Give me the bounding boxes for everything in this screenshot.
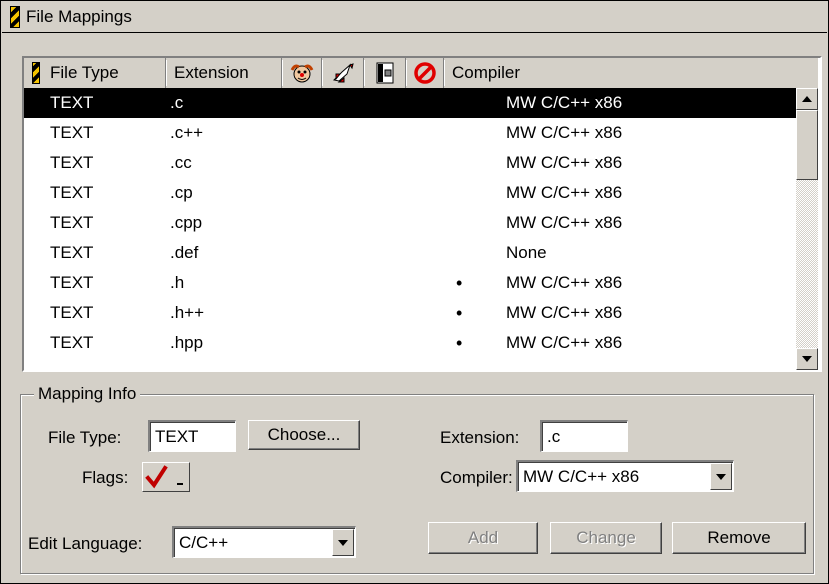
cell-extension: .def	[170, 243, 199, 262]
cell-compiler: None	[506, 243, 547, 262]
edit-language-select[interactable]: C/C++	[172, 526, 356, 558]
panel-title: File Mappings	[26, 7, 132, 26]
table-row[interactable]: TEXT .c MW C/C++ x86	[24, 88, 796, 118]
scroll-down-button[interactable]	[796, 348, 818, 370]
file-type-input[interactable]: TEXT	[148, 420, 236, 452]
file-mappings-list[interactable]: File Type Extension Compiler TEXT .c MW …	[22, 56, 822, 372]
cell-file-type: TEXT	[50, 273, 94, 292]
compiler-dropdown-arrow[interactable]	[710, 463, 732, 490]
file-type-label: File Type:	[48, 428, 122, 447]
cell-compiler: MW C/C++ x86	[506, 333, 623, 352]
cell-file-type: TEXT	[50, 123, 94, 142]
no-entry-icon	[413, 62, 436, 84]
table-row[interactable]: TEXT .cp MW C/C++ x86	[24, 178, 796, 208]
cell-compiler: MW C/C++ x86	[506, 213, 623, 232]
cell-file-type: TEXT	[50, 183, 94, 202]
cell-compiler: MW C/C++ x86	[506, 93, 623, 112]
scrollbar-thumb[interactable]	[796, 110, 818, 180]
column-header-flag-3[interactable]	[364, 58, 407, 88]
extension-label: Extension:	[440, 428, 520, 447]
clown-face-icon	[290, 64, 313, 83]
table-row[interactable]: TEXT .hpp • MW C/C++ x86	[24, 328, 796, 358]
cell-flag-marker: •	[456, 302, 463, 323]
arrow-down-icon	[802, 356, 812, 362]
cell-file-type: TEXT	[50, 303, 94, 322]
column-header-flag-1[interactable]	[282, 58, 323, 88]
scroll-up-button[interactable]	[796, 88, 818, 110]
cell-extension: .c	[170, 93, 184, 112]
cell-file-type: TEXT	[50, 153, 94, 172]
table-row[interactable]: TEXT .cc MW C/C++ x86	[24, 148, 796, 178]
red-checkmark-icon	[145, 465, 183, 489]
table-row[interactable]: TEXT .c++ MW C/C++ x86	[24, 118, 796, 148]
rocket-icon	[332, 63, 354, 83]
cell-file-type: TEXT	[50, 93, 94, 112]
cell-extension: .cpp	[170, 213, 203, 232]
extension-input[interactable]: .c	[540, 420, 628, 452]
compiler-select[interactable]: MW C/C++ x86	[516, 460, 734, 492]
change-button[interactable]: Change	[550, 522, 662, 554]
flags-dropdown-button[interactable]	[142, 462, 190, 492]
cell-extension: .h++	[170, 303, 205, 322]
cell-compiler: MW C/C++ x86	[506, 153, 623, 172]
table-row[interactable]: TEXT .def None	[24, 238, 796, 268]
column-header-extension[interactable]: Extension	[166, 58, 283, 88]
add-button[interactable]: Add	[428, 522, 538, 554]
cell-extension: .cc	[170, 153, 192, 172]
edit-language-label: Edit Language:	[28, 534, 143, 553]
arrow-up-icon	[802, 96, 812, 102]
chevron-down-icon	[338, 539, 348, 546]
column-header-compiler[interactable]: Compiler	[444, 58, 820, 88]
table-row[interactable]: TEXT .h • MW C/C++ x86	[24, 268, 796, 298]
column-header-flag-4[interactable]	[406, 58, 445, 88]
table-row[interactable]: TEXT .cpp MW C/C++ x86	[24, 208, 796, 238]
resource-file-icon	[376, 62, 393, 84]
mapping-info-legend: Mapping Info	[34, 384, 141, 404]
cell-compiler: MW C/C++ x86	[506, 303, 623, 322]
list-header: File Type Extension Compiler	[24, 58, 820, 88]
cell-flag-marker: •	[456, 332, 463, 353]
vertical-scrollbar[interactable]	[796, 88, 818, 370]
cell-extension: .h	[170, 273, 185, 292]
cell-file-type: TEXT	[50, 333, 94, 352]
remove-button[interactable]: Remove	[672, 522, 806, 554]
cell-file-type: TEXT	[50, 213, 94, 232]
compiler-label: Compiler:	[440, 468, 513, 487]
choose-button[interactable]: Choose...	[248, 420, 360, 450]
flags-label: Flags:	[82, 468, 129, 487]
cell-file-type: TEXT	[50, 243, 94, 262]
cell-extension: .cp	[170, 183, 193, 202]
table-row[interactable]: TEXT .h++ • MW C/C++ x86	[24, 298, 796, 328]
cell-compiler: MW C/C++ x86	[506, 183, 623, 202]
cell-extension: .hpp	[170, 333, 204, 352]
edit-language-dropdown-arrow[interactable]	[332, 529, 354, 556]
cell-compiler: MW C/C++ x86	[506, 123, 623, 142]
column-header-file-type[interactable]: File Type	[24, 58, 167, 88]
hazard-stripe-icon	[10, 6, 20, 28]
cell-compiler: MW C/C++ x86	[506, 273, 623, 292]
hazard-stripe-icon	[32, 62, 40, 84]
column-header-flag-2[interactable]	[322, 58, 365, 88]
panel-titlebar: File Mappings	[2, 2, 827, 33]
cell-extension: .c++	[170, 123, 204, 142]
chevron-down-icon	[716, 473, 726, 480]
cell-flag-marker: •	[456, 272, 463, 293]
list-rows: TEXT .c MW C/C++ x86 TEXT .c++ MW C/C++ x86 TE…	[24, 88, 796, 370]
